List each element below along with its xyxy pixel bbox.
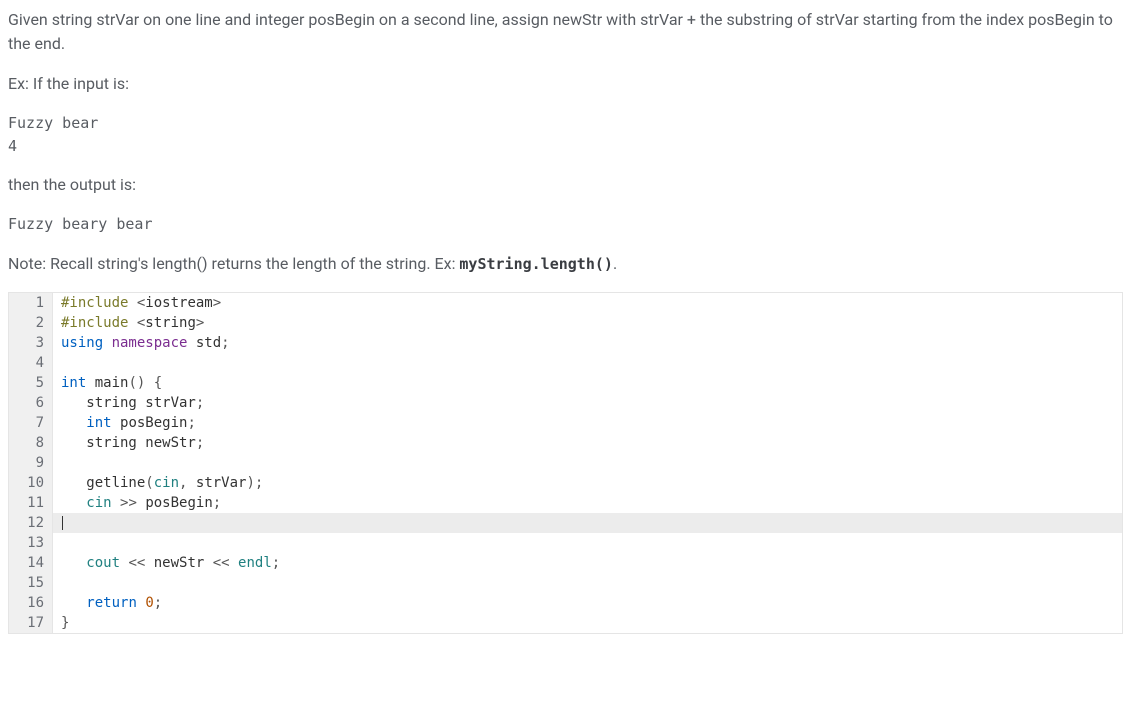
text-cursor xyxy=(62,516,63,530)
code-line[interactable]: 13 xyxy=(9,533,1122,553)
code-content[interactable]: int posBegin; xyxy=(53,413,1122,433)
line-number: 15 xyxy=(9,573,53,593)
line-number: 13 xyxy=(9,533,53,553)
line-number: 1 xyxy=(9,293,53,313)
example-output-line: Fuzzy beary bear xyxy=(8,215,153,233)
code-editor[interactable]: 1#include <iostream>2#include <string>3u… xyxy=(8,292,1123,634)
code-line[interactable]: 9 xyxy=(9,453,1122,473)
code-content[interactable] xyxy=(53,513,1122,533)
code-content[interactable]: string newStr; xyxy=(53,433,1122,453)
code-line[interactable]: 2#include <string> xyxy=(9,313,1122,333)
line-number: 3 xyxy=(9,333,53,353)
line-number: 7 xyxy=(9,413,53,433)
note-prefix: Note: Recall string's length() returns t… xyxy=(8,254,459,273)
code-line[interactable]: 17} xyxy=(9,613,1122,633)
code-content[interactable]: int main() { xyxy=(53,373,1122,393)
line-number: 2 xyxy=(9,313,53,333)
code-content[interactable]: #include <string> xyxy=(53,313,1122,333)
code-line[interactable]: 1#include <iostream> xyxy=(9,293,1122,313)
code-line[interactable]: 6 string strVar; xyxy=(9,393,1122,413)
example-input-line-2: 4 xyxy=(8,137,17,155)
line-number: 14 xyxy=(9,553,53,573)
line-number: 11 xyxy=(9,493,53,513)
line-number: 12 xyxy=(9,513,53,533)
code-content[interactable]: return 0; xyxy=(53,593,1122,613)
code-content[interactable] xyxy=(53,353,1122,373)
code-content[interactable]: using namespace std; xyxy=(53,333,1122,353)
code-content[interactable] xyxy=(53,573,1122,593)
example-input-block: Fuzzy bear 4 xyxy=(8,112,1123,157)
code-line[interactable]: 5int main() { xyxy=(9,373,1122,393)
line-number: 9 xyxy=(9,453,53,473)
code-line[interactable]: 10 getline(cin, strVar); xyxy=(9,473,1122,493)
description-text: Given string strVar on one line and inte… xyxy=(8,8,1123,56)
code-content[interactable] xyxy=(53,453,1122,473)
code-line[interactable]: 15 xyxy=(9,573,1122,593)
code-content[interactable]: getline(cin, strVar); xyxy=(53,473,1122,493)
code-content[interactable]: #include <iostream> xyxy=(53,293,1122,313)
note-text: Note: Recall string's length() returns t… xyxy=(8,252,1123,276)
code-line[interactable]: 16 return 0; xyxy=(9,593,1122,613)
example-input-label: Ex: If the input is: xyxy=(8,72,1123,96)
note-code: myString.length() xyxy=(459,255,613,273)
problem-statement: Given string strVar on one line and inte… xyxy=(8,8,1123,276)
code-line[interactable]: 11 cin >> posBegin; xyxy=(9,493,1122,513)
code-content[interactable]: cin >> posBegin; xyxy=(53,493,1122,513)
note-suffix: . xyxy=(613,254,617,273)
then-output-label: then the output is: xyxy=(8,173,1123,197)
code-line[interactable]: 14 cout << newStr << endl; xyxy=(9,553,1122,573)
code-line[interactable]: 4 xyxy=(9,353,1122,373)
code-content[interactable] xyxy=(53,533,1122,553)
code-line[interactable]: 7 int posBegin; xyxy=(9,413,1122,433)
example-output-block: Fuzzy beary bear xyxy=(8,213,1123,236)
code-content[interactable]: } xyxy=(53,613,1122,633)
code-line[interactable]: 3using namespace std; xyxy=(9,333,1122,353)
code-content[interactable]: string strVar; xyxy=(53,393,1122,413)
line-number: 16 xyxy=(9,593,53,613)
line-number: 4 xyxy=(9,353,53,373)
code-content[interactable]: cout << newStr << endl; xyxy=(53,553,1122,573)
code-line[interactable]: 8 string newStr; xyxy=(9,433,1122,453)
example-input-line-1: Fuzzy bear xyxy=(8,114,98,132)
line-number: 5 xyxy=(9,373,53,393)
line-number: 6 xyxy=(9,393,53,413)
line-number: 17 xyxy=(9,613,53,633)
code-line[interactable]: 12 xyxy=(9,513,1122,533)
line-number: 10 xyxy=(9,473,53,493)
line-number: 8 xyxy=(9,433,53,453)
